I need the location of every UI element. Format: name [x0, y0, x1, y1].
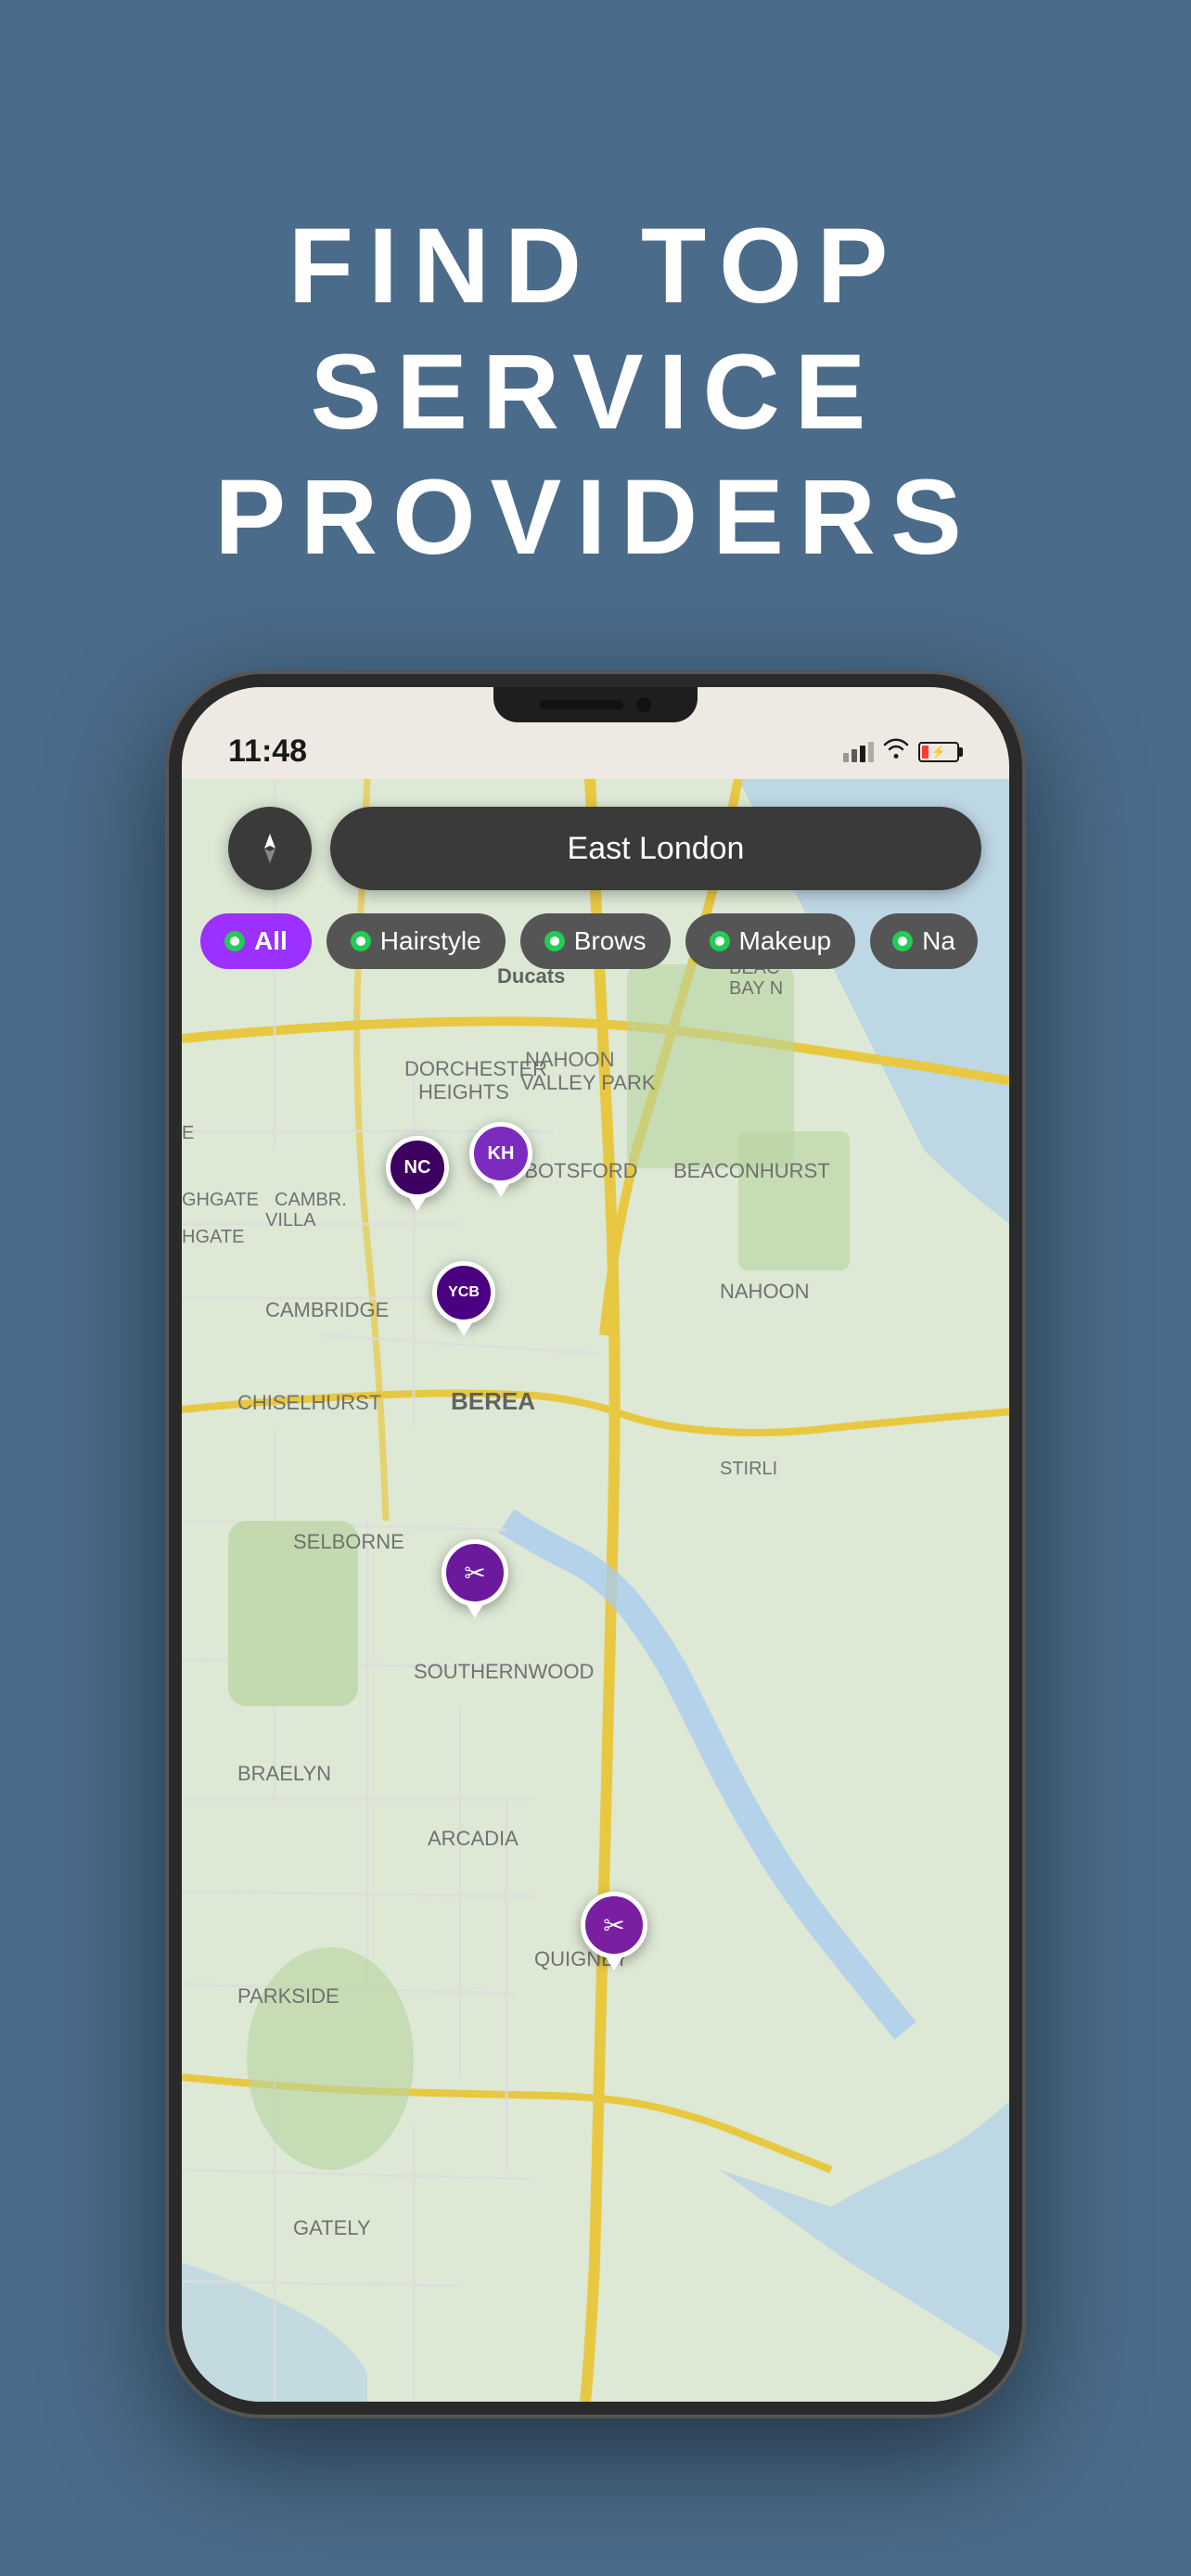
filter-label-all: All	[254, 926, 288, 956]
filter-chip-nails[interactable]: Na	[870, 913, 978, 969]
battery-tip	[959, 747, 963, 757]
filter-dot-makeup	[710, 931, 730, 951]
power-button	[1015, 928, 1022, 1039]
filter-chip-all[interactable]: All	[200, 913, 312, 969]
notch	[493, 687, 698, 722]
map-pin-5[interactable]: ✂	[581, 1892, 647, 1970]
signal-bar-1	[843, 753, 849, 762]
svg-text:BEACONHURST: BEACONHURST	[673, 1159, 830, 1182]
filter-bar: All Hairstyle Brows	[200, 913, 978, 969]
map-controls: East London	[200, 807, 1009, 890]
svg-text:BRAELYN: BRAELYN	[237, 1762, 331, 1785]
svg-text:HEIGHTS: HEIGHTS	[418, 1080, 509, 1103]
map-svg: DORCHESTER HEIGHTS NAHOON VALLEY PARK AB…	[182, 779, 1009, 2402]
svg-text:VALLEY PARK: VALLEY PARK	[520, 1071, 656, 1094]
battery-fill	[922, 746, 928, 759]
svg-text:GATELY: GATELY	[293, 2216, 371, 2239]
phone-wrapper: 11:48	[169, 674, 1022, 2415]
search-location-text: East London	[568, 831, 745, 867]
svg-text:BEREA: BEREA	[451, 1387, 535, 1415]
svg-text:GHGATE: GHGATE	[182, 1190, 259, 1210]
volume-down-button	[169, 965, 176, 1039]
svg-text:STIRLI: STIRLI	[720, 1459, 777, 1479]
filter-label-nails: Na	[922, 926, 955, 956]
map-pin-4[interactable]: ✂	[442, 1539, 508, 1618]
filter-dot-nails	[892, 931, 913, 951]
status-icons: ⚡	[843, 738, 963, 765]
signal-bar-2	[852, 749, 857, 762]
svg-text:SELBORNE: SELBORNE	[293, 1530, 404, 1553]
map-pin-1[interactable]: NC	[386, 1136, 449, 1211]
filter-dot-all	[224, 931, 245, 951]
compass-icon	[251, 830, 288, 867]
map-area: DORCHESTER HEIGHTS NAHOON VALLEY PARK AB…	[182, 779, 1009, 2402]
filter-dot-hairstyle	[351, 931, 371, 951]
svg-text:CAMBRIDGE: CAMBRIDGE	[265, 1298, 389, 1321]
hero-title: FIND TOP SERVICE PROVIDERS	[214, 204, 976, 581]
battery-icon: ⚡	[918, 742, 963, 762]
filter-dot-brows	[544, 931, 565, 951]
svg-text:ARCADIA: ARCADIA	[428, 1827, 519, 1850]
camera	[636, 697, 651, 712]
location-button[interactable]	[228, 807, 312, 890]
filter-chip-makeup[interactable]: Makeup	[685, 913, 856, 969]
svg-text:E: E	[182, 1123, 194, 1143]
map-pin-3[interactable]: YCB	[432, 1261, 495, 1336]
svg-text:CAMBR.: CAMBR.	[275, 1190, 347, 1210]
volume-up-button	[169, 873, 176, 947]
map-pin-2[interactable]: KH	[469, 1122, 532, 1197]
signal-bar-4	[868, 742, 874, 762]
filter-label-hairstyle: Hairstyle	[380, 926, 481, 956]
signal-bar-3	[860, 746, 865, 762]
speaker	[540, 700, 623, 709]
svg-text:CHISELHURST: CHISELHURST	[237, 1391, 381, 1414]
signal-icon	[843, 742, 874, 762]
svg-text:HGATE: HGATE	[182, 1227, 244, 1247]
search-pill[interactable]: East London	[330, 807, 981, 890]
filter-chip-hairstyle[interactable]: Hairstyle	[327, 913, 506, 969]
wifi-icon	[883, 738, 909, 765]
phone-frame: 11:48	[169, 674, 1022, 2415]
battery-bolt-icon: ⚡	[931, 745, 946, 759]
svg-text:VILLA: VILLA	[265, 1210, 316, 1231]
svg-text:NAHOON: NAHOON	[720, 1280, 810, 1303]
filter-label-makeup: Makeup	[739, 926, 832, 956]
svg-text:SOUTHERNWOOD: SOUTHERNWOOD	[414, 1660, 594, 1683]
svg-text:PARKSIDE: PARKSIDE	[237, 1984, 339, 2008]
svg-text:BAY N: BAY N	[729, 978, 783, 999]
hero-section: FIND TOP SERVICE PROVIDERS	[122, 0, 1069, 674]
battery-body: ⚡	[918, 742, 959, 762]
filter-chip-brows[interactable]: Brows	[520, 913, 671, 969]
filter-label-brows: Brows	[574, 926, 647, 956]
svg-text:NAHOON: NAHOON	[525, 1048, 615, 1071]
status-time: 11:48	[228, 733, 307, 770]
